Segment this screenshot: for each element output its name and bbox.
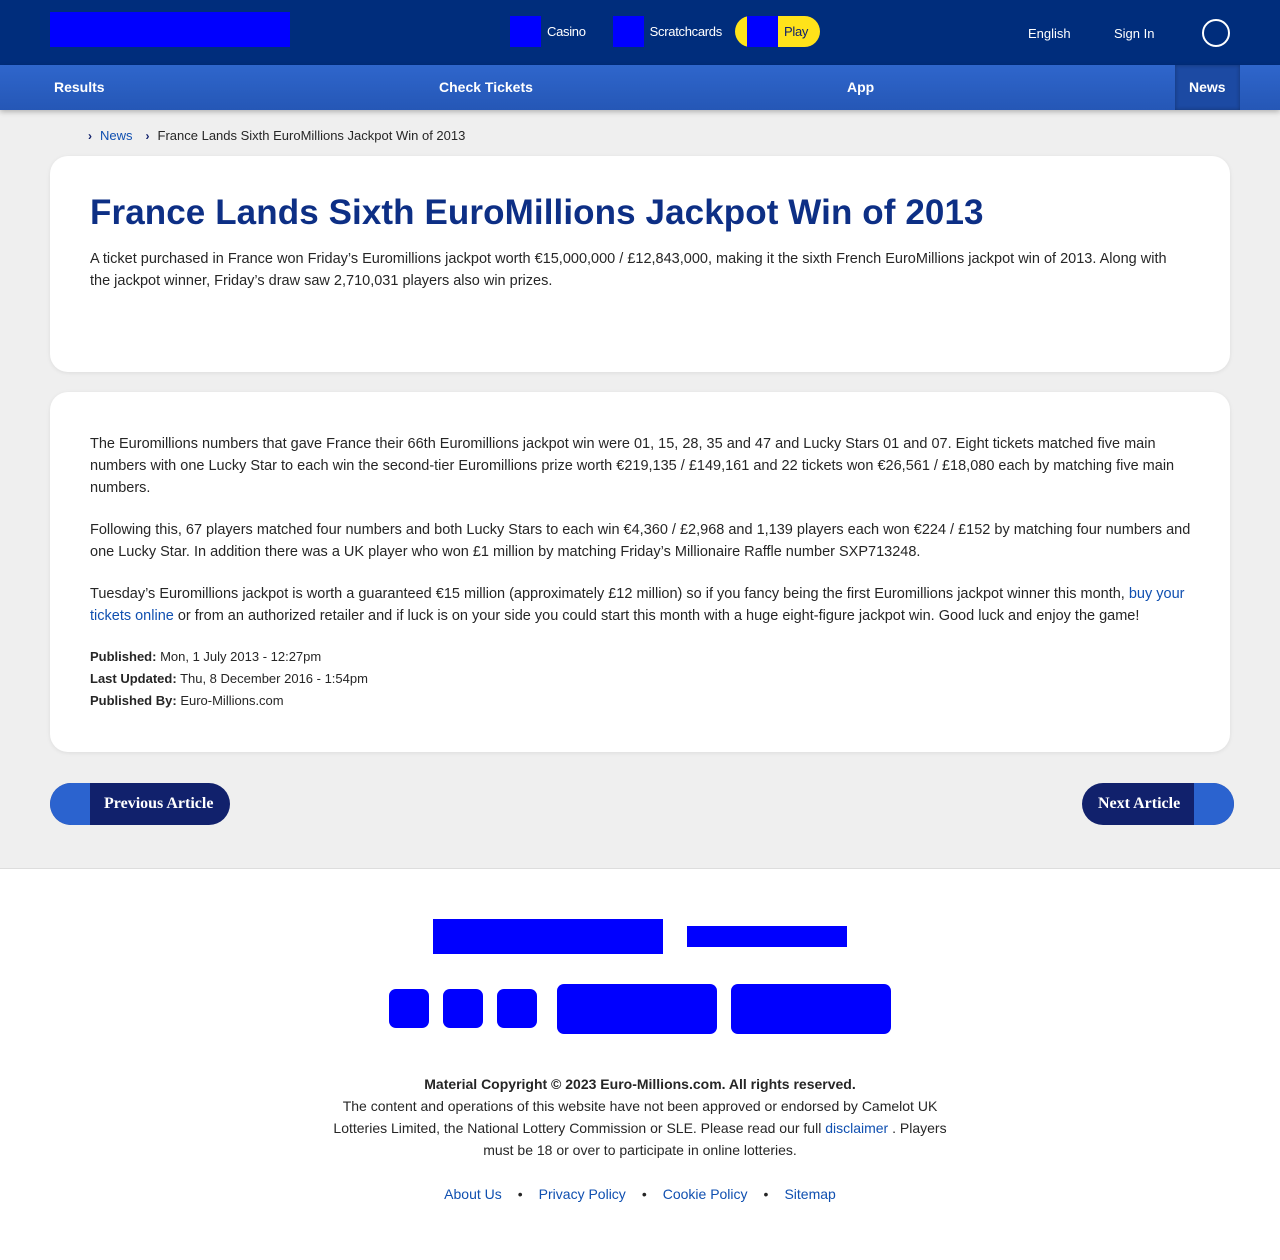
meta-updated: Last Updated: Thu, 8 December 2016 - 1:5…	[90, 668, 368, 690]
separator-dot: •	[517, 1186, 523, 1202]
breadcrumb: › News › France Lands Sixth EuroMillions…	[88, 128, 465, 143]
article-body-card: The Euromillions numbers that gave Franc…	[50, 392, 1230, 752]
chevron-right-icon: ›	[145, 128, 150, 143]
meta-author: Published By: Euro-Millions.com	[90, 690, 368, 712]
language-selector[interactable]: English	[1028, 26, 1071, 41]
meta-updated-label: Last Updated:	[90, 671, 177, 686]
meta-published: Published: Mon, 1 July 2013 - 12:27pm	[90, 646, 368, 668]
play-icon	[747, 16, 778, 47]
site-logo[interactable]	[50, 12, 290, 47]
article-paragraph-2: Following this, 67 players matched four …	[90, 522, 1191, 560]
instagram-icon[interactable]	[497, 989, 537, 1028]
top-header: Casino Scratchcards Play English Sign In	[0, 0, 1280, 65]
facebook-icon[interactable]	[389, 989, 429, 1028]
footer-link-sitemap[interactable]: Sitemap	[784, 1186, 835, 1202]
article-meta: Published: Mon, 1 July 2013 - 12:27pm La…	[90, 646, 368, 712]
site-footer: Material Copyright © 2023 Euro-Millions.…	[0, 868, 1280, 1260]
footer-copyright: Material Copyright © 2023 Euro-Millions.…	[330, 1073, 950, 1161]
article-intro: A ticket purchased in France won Friday’…	[90, 251, 1167, 289]
next-arrow-icon	[1194, 783, 1234, 825]
article-paragraph-3: Tuesday’s Euromillions jackpot is worth …	[90, 583, 1200, 627]
play-label: Play	[784, 24, 809, 39]
meta-published-value: Mon, 1 July 2013 - 12:27pm	[160, 649, 322, 664]
top-nav: Casino Scratchcards	[510, 15, 749, 47]
separator-dot: •	[641, 1186, 647, 1202]
previous-arrow-icon	[50, 783, 90, 825]
previous-article-label: Previous Article	[104, 795, 214, 812]
meta-author-value: Euro-Millions.com	[180, 693, 284, 708]
tab-app[interactable]: App	[847, 65, 874, 110]
separator-dot: •	[763, 1186, 769, 1202]
footer-links: About Us • Privacy Policy • Cookie Policy • Si…	[0, 1186, 1280, 1202]
nav-casino[interactable]: Casino	[510, 15, 586, 47]
scratchcards-icon	[612, 15, 644, 47]
meta-updated-value: Thu, 8 December 2016 - 1:54pm	[180, 671, 368, 686]
next-article-button[interactable]: Next Article	[1082, 783, 1234, 825]
footer-logo[interactable]	[433, 919, 663, 954]
sign-in-link[interactable]: Sign In	[1114, 26, 1154, 41]
breadcrumb-current: France Lands Sixth EuroMillions Jackpot …	[157, 128, 466, 143]
nav-scratchcards[interactable]: Scratchcards	[612, 15, 723, 47]
article-paragraph-1: The Euromillions numbers that gave Franc…	[90, 436, 1175, 496]
google-play-badge[interactable]	[731, 984, 891, 1034]
footer-link-about[interactable]: About Us	[444, 1186, 502, 1202]
app-store-badge[interactable]	[557, 984, 717, 1034]
nav-casino-label: Casino	[547, 23, 586, 39]
copyright-line: Material Copyright © 2023 Euro-Millions.…	[424, 1076, 856, 1092]
sub-nav: Results Check Tickets App News	[0, 65, 1280, 110]
play-button[interactable]: Play	[735, 16, 820, 47]
article-header-card: France Lands Sixth EuroMillions Jackpot …	[50, 156, 1230, 372]
tab-news[interactable]: News	[1175, 65, 1240, 110]
paragraph-3-text-a: Tuesday’s Euromillions jackpot is worth …	[90, 586, 1129, 602]
disclaimer-link[interactable]: disclaimer	[825, 1120, 888, 1136]
chevron-right-icon: ›	[88, 128, 92, 143]
footer-link-privacy[interactable]: Privacy Policy	[539, 1186, 626, 1202]
nav-scratchcards-label: Scratchcards	[649, 23, 723, 39]
paragraph-3-text-b: or from an authorized retailer and if lu…	[173, 608, 1140, 624]
meta-published-label: Published:	[90, 649, 157, 664]
footer-partner-logo[interactable]	[687, 926, 847, 947]
meta-author-label: Published By:	[90, 693, 177, 708]
tab-check-tickets[interactable]: Check Tickets	[439, 65, 533, 110]
account-circle-icon[interactable]	[1202, 19, 1230, 47]
page-title: France Lands Sixth EuroMillions Jackpot …	[90, 193, 984, 232]
twitter-icon[interactable]	[443, 989, 483, 1028]
breadcrumb-news-link[interactable]: News	[100, 128, 133, 143]
tab-results[interactable]: Results	[54, 65, 105, 110]
next-article-label: Next Article	[1098, 795, 1181, 812]
footer-link-cookie[interactable]: Cookie Policy	[663, 1186, 748, 1202]
casino-icon	[510, 15, 541, 47]
previous-article-button[interactable]: Previous Article	[50, 783, 230, 825]
